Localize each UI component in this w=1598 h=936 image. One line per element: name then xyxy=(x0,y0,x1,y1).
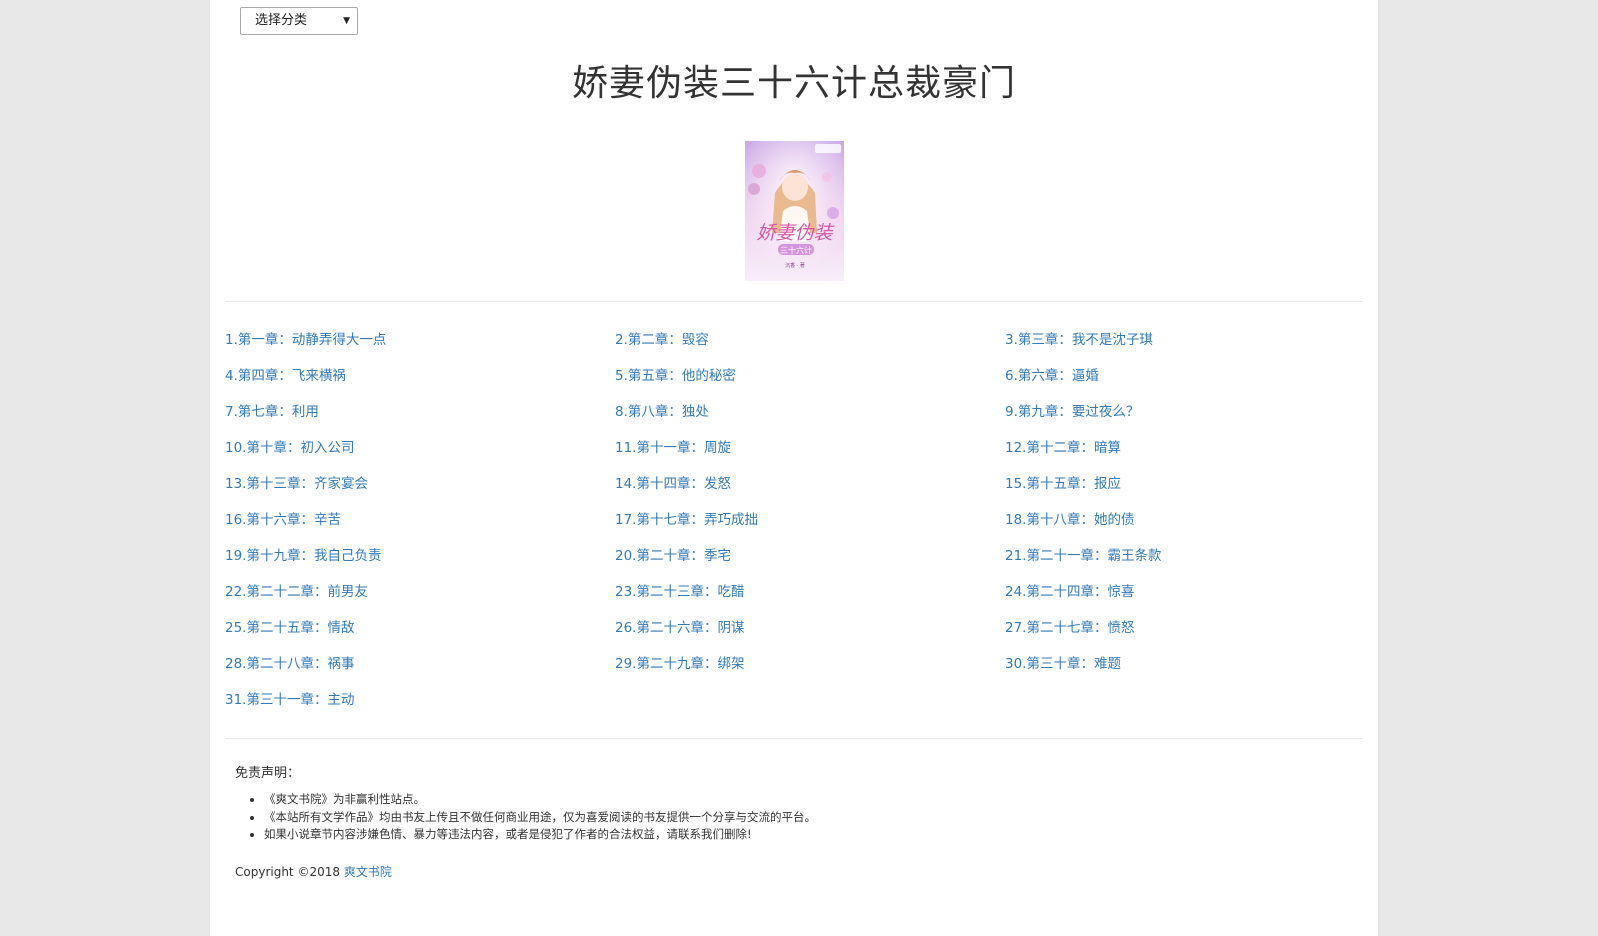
chapter-link[interactable]: 25.第二十五章：情敌 xyxy=(225,610,615,646)
chapter-link[interactable]: 8.第八章：独处 xyxy=(615,394,1005,430)
chapter-link[interactable]: 28.第二十八章：祸事 xyxy=(225,646,615,682)
chapter-link[interactable]: 17.第十七章：弄巧成拙 xyxy=(615,502,1005,538)
disclaimer-heading: 免责声明： xyxy=(235,766,301,781)
dropdown-arrow-icon: ▼ xyxy=(343,16,350,26)
book-cover-image: 娇妻伪装 三十六计 沉香 · 著 xyxy=(745,141,844,281)
chapter-link[interactable]: 27.第二十七章：愤怒 xyxy=(1005,610,1395,646)
chapter-link[interactable]: 29.第二十九章：绑架 xyxy=(615,646,1005,682)
disclaimer-item: 《爽文书院》为非赢利性站点。 xyxy=(264,791,1335,809)
category-select-value: 选择分类 xyxy=(255,13,308,28)
chapter-link[interactable]: 23.第二十三章：吃醋 xyxy=(615,574,1005,610)
site-home-link[interactable]: 爽文书院 xyxy=(344,865,392,879)
chapter-link[interactable]: 31.第三十一章：主动 xyxy=(225,682,615,718)
chapter-link[interactable]: 21.第二十一章：霸王条款 xyxy=(1005,538,1395,574)
svg-text:沉香 · 著: 沉香 · 著 xyxy=(785,262,805,269)
copyright: Copyright ©2018 爽文书院 xyxy=(235,863,392,880)
chapter-link[interactable]: 12.第十二章：暗算 xyxy=(1005,430,1395,466)
svg-text:娇妻伪装: 娇妻伪装 xyxy=(756,222,835,244)
disclaimer-item: 《本站所有文学作品》均由书友上传且不做任何商业用途，仅为喜爱阅读的书友提供一个分… xyxy=(264,809,1335,827)
chapter-link[interactable]: 18.第十八章：她的债 xyxy=(1005,502,1395,538)
category-select[interactable]: 选择分类 ▼ xyxy=(240,7,358,35)
chapter-link[interactable]: 24.第二十四章：惊喜 xyxy=(1005,574,1395,610)
chapter-link[interactable]: 11.第十一章：周旋 xyxy=(615,430,1005,466)
chapter-link[interactable]: 6.第六章：逼婚 xyxy=(1005,358,1395,394)
disclaimer-list: 《爽文书院》为非赢利性站点。 《本站所有文学作品》均由书友上传且不做任何商业用途… xyxy=(235,791,1335,844)
chapter-link[interactable]: 22.第二十二章：前男友 xyxy=(225,574,615,610)
divider-bottom xyxy=(225,738,1363,739)
chapter-link[interactable]: 19.第十九章：我自己负责 xyxy=(225,538,615,574)
chapter-link[interactable]: 20.第二十章：季宅 xyxy=(615,538,1005,574)
chapter-link[interactable]: 14.第十四章：发怒 xyxy=(615,466,1005,502)
chapter-link[interactable]: 15.第十五章：报应 xyxy=(1005,466,1395,502)
chapter-link[interactable]: 2.第二章：毁容 xyxy=(615,322,1005,358)
svg-text:三十六计: 三十六计 xyxy=(780,245,812,255)
disclaimer: 免责声明： 《爽文书院》为非赢利性站点。 《本站所有文学作品》均由书友上传且不做… xyxy=(235,762,1335,844)
chapter-link[interactable]: 13.第十三章：齐家宴会 xyxy=(225,466,615,502)
chapter-link[interactable]: 16.第十六章：辛苦 xyxy=(225,502,615,538)
chapter-link[interactable]: 1.第一章：动静弄得大一点 xyxy=(225,322,615,358)
divider-top xyxy=(225,301,1363,302)
chapter-link[interactable]: 26.第二十六章：阴谋 xyxy=(615,610,1005,646)
chapter-link[interactable]: 9.第九章：要过夜么？ xyxy=(1005,394,1395,430)
chapter-link[interactable]: 30.第三十章：难题 xyxy=(1005,646,1395,682)
copyright-text: Copyright ©2018 xyxy=(235,865,344,879)
chapter-link[interactable]: 4.第四章：飞来横祸 xyxy=(225,358,615,394)
chapter-link[interactable]: 10.第十章：初入公司 xyxy=(225,430,615,466)
chapter-list: 1.第一章：动静弄得大一点 2.第二章：毁容 3.第三章：我不是沈子琪 4.第四章：飞… xyxy=(225,322,1395,718)
book-title: 娇妻伪装三十六计总裁豪门 xyxy=(571,63,1016,104)
chapter-link[interactable]: 3.第三章：我不是沈子琪 xyxy=(1005,322,1395,358)
chapter-link[interactable]: 5.第五章：他的秘密 xyxy=(615,358,1005,394)
chapter-link[interactable]: 7.第七章：利用 xyxy=(225,394,615,430)
main-panel: 选择分类 ▼ 娇妻伪装三十六计总裁豪门 娇妻伪装 三十六计 沉香 · 著 1.第… xyxy=(210,0,1378,936)
disclaimer-item: 如果小说章节内容涉嫌色情、暴力等违法内容，或者是侵犯了作者的合法权益，请联系我们… xyxy=(264,826,1335,844)
